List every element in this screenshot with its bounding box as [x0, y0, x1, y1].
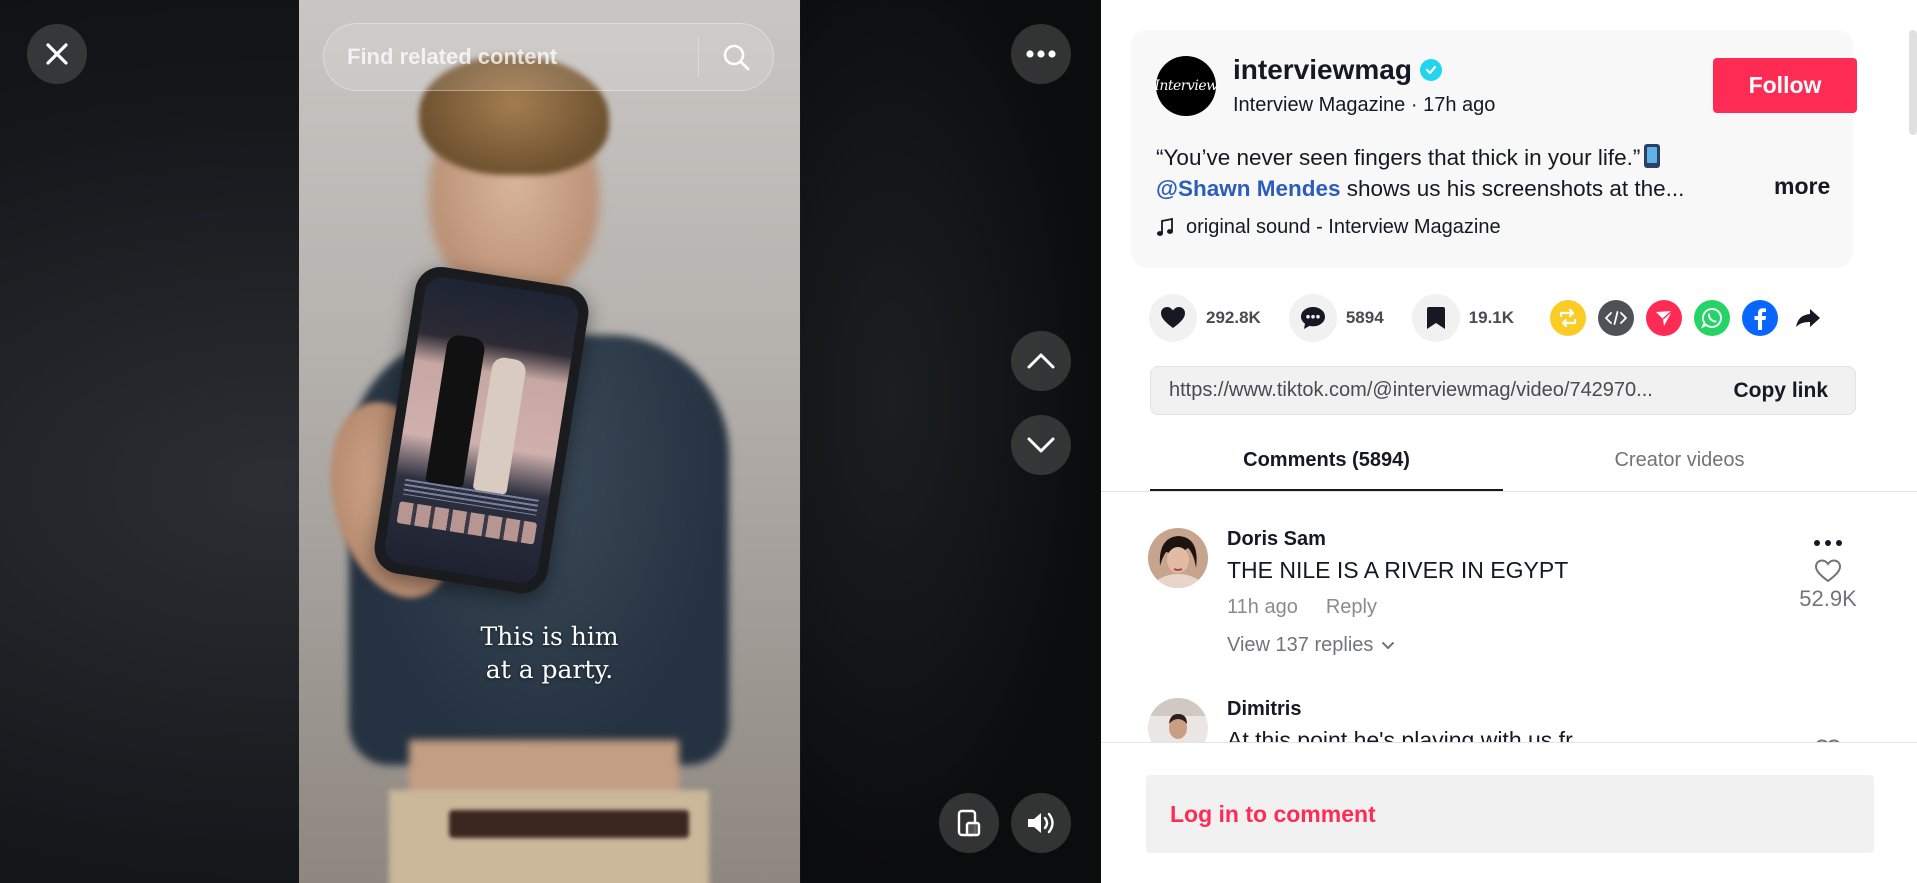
comment-more-button[interactable] [1788, 528, 1868, 550]
separator-dot: · [1410, 94, 1424, 116]
favorite-count: 19.1K [1468, 308, 1515, 327]
video-description: “You’ve never seen fingers that thick in… [1156, 142, 1756, 204]
like-count: 292.8K [1206, 308, 1261, 327]
comment-list: Doris Sam THE NILE IS A RIVER IN EGYPT 1… [1101, 492, 1917, 742]
post-time: 17h ago [1423, 94, 1496, 116]
view-replies-label: View 137 replies [1227, 634, 1374, 656]
share-more-button[interactable] [1790, 300, 1826, 336]
music-link[interactable]: original sound - Interview Magazine [1156, 216, 1501, 239]
comment-like-count: 52.9K [1799, 586, 1857, 611]
avatar [1148, 698, 1208, 742]
copy-link-bar: https://www.tiktok.com/@interviewmag/vid… [1150, 366, 1856, 415]
search-bar [323, 23, 774, 91]
more-horizontal-icon [1814, 540, 1842, 546]
bookmark-icon [1426, 307, 1445, 329]
video-frame[interactable]: This is him at a party. [299, 0, 800, 883]
reply-button[interactable]: Reply [1326, 596, 1377, 619]
close-button[interactable] [27, 24, 87, 84]
chevron-up-icon [1027, 353, 1055, 369]
like-button[interactable]: 292.8K [1149, 294, 1261, 342]
details-panel: Interview interviewmag Interview Magazin… [1101, 0, 1917, 883]
comment-username[interactable]: Doris Sam [1227, 528, 1767, 551]
whatsapp-button[interactable] [1694, 300, 1731, 336]
description-text: shows us his screenshots at the... [1340, 176, 1685, 201]
tab-comments[interactable]: Comments (5894) [1150, 440, 1503, 492]
favorite-button[interactable]: 19.1K [1411, 294, 1515, 342]
heart-outline-icon [1814, 559, 1842, 583]
volume-button[interactable] [1011, 793, 1071, 853]
comment-icon [1300, 307, 1325, 329]
mention-link[interactable]: @Shawn Mendes [1156, 176, 1340, 201]
video-caption: This is him at a party. [299, 620, 800, 686]
music-note-icon [1157, 217, 1173, 236]
heart-icon [1161, 307, 1185, 328]
commenter-avatar[interactable] [1148, 528, 1208, 588]
avatar-logo-text: Interview [1154, 78, 1218, 94]
follow-button[interactable]: Follow [1713, 58, 1857, 113]
comment-text: THE NILE IS A RIVER IN EGYPT [1227, 557, 1569, 583]
whatsapp-icon [1701, 308, 1722, 329]
embed-icon [1605, 311, 1627, 325]
send-to-friends-icon [1656, 310, 1673, 326]
close-icon [46, 43, 68, 65]
comment-item: Doris Sam THE NILE IS A RIVER IN EGYPT 1… [1148, 528, 1868, 678]
comment-button[interactable]: 5894 [1288, 294, 1384, 342]
repost-button[interactable] [1550, 300, 1587, 336]
share-arrow-icon [1796, 309, 1821, 327]
more-options-button[interactable] [1011, 24, 1071, 84]
comment-like-button[interactable] [1788, 558, 1868, 584]
author-subtitle: Interview Magazine · 17h ago [1233, 94, 1495, 117]
description-text: “You’ve never seen fingers that thick in… [1156, 145, 1641, 170]
facebook-icon [1754, 308, 1767, 330]
panel-tabs: Comments (5894) Creator videos [1150, 440, 1856, 492]
mobile-phone-emoji-icon [1644, 144, 1661, 168]
video-url[interactable]: https://www.tiktok.com/@interviewmag/vid… [1151, 379, 1713, 402]
floating-player-icon [957, 809, 981, 837]
view-replies-button[interactable]: View 137 replies [1227, 634, 1767, 657]
comment-time: 11h ago [1227, 596, 1298, 618]
tab-creator-videos[interactable]: Creator videos [1503, 440, 1856, 492]
author-display-name: Interview Magazine [1233, 94, 1406, 116]
avatar [1148, 528, 1208, 588]
comment-footer-divider [1101, 742, 1917, 743]
video-info-card: Interview interviewmag Interview Magazin… [1131, 30, 1857, 268]
scrollbar-thumb[interactable] [1909, 30, 1917, 135]
music-title: original sound - Interview Magazine [1186, 216, 1501, 238]
login-to-comment-button[interactable]: Log in to comment [1146, 775, 1874, 853]
more-button[interactable]: more [1774, 173, 1830, 200]
chevron-down-icon [1027, 437, 1055, 453]
previous-video-button[interactable] [1011, 331, 1071, 391]
search-icon [723, 44, 750, 71]
copy-link-button[interactable]: Copy link [1713, 379, 1855, 403]
video-player-area: This is him at a party. [0, 0, 1101, 883]
chevron-down-icon [1382, 641, 1395, 649]
embed-button[interactable] [1598, 300, 1635, 336]
search-button[interactable] [699, 24, 773, 90]
action-bar: 292.8K 5894 19.1K [1149, 294, 1826, 342]
author-avatar[interactable]: Interview [1154, 56, 1218, 116]
comment-text: At this point he's playing with us fr [1227, 727, 1573, 742]
floating-player-button[interactable] [939, 793, 999, 853]
next-video-button[interactable] [1011, 415, 1071, 475]
author-username: interviewmag [1233, 54, 1412, 85]
comment-username[interactable]: Dimitris [1227, 698, 1767, 721]
more-horizontal-icon [1026, 50, 1056, 58]
verified-badge-icon [1419, 59, 1442, 81]
author-username-link[interactable]: interviewmag [1233, 54, 1442, 86]
volume-icon [1028, 812, 1054, 834]
share-options [1550, 300, 1826, 336]
commenter-avatar[interactable] [1148, 698, 1208, 742]
video-caption-line: at a party. [485, 655, 614, 684]
comment-item: Dimitris At this point he's playing with… [1148, 698, 1868, 742]
video-caption-line: This is him [480, 622, 619, 651]
comment-count: 5894 [1345, 308, 1384, 327]
repost-icon [1559, 308, 1577, 328]
search-input[interactable] [324, 44, 698, 70]
facebook-button[interactable] [1742, 300, 1779, 336]
send-to-friends-button[interactable] [1646, 300, 1683, 336]
